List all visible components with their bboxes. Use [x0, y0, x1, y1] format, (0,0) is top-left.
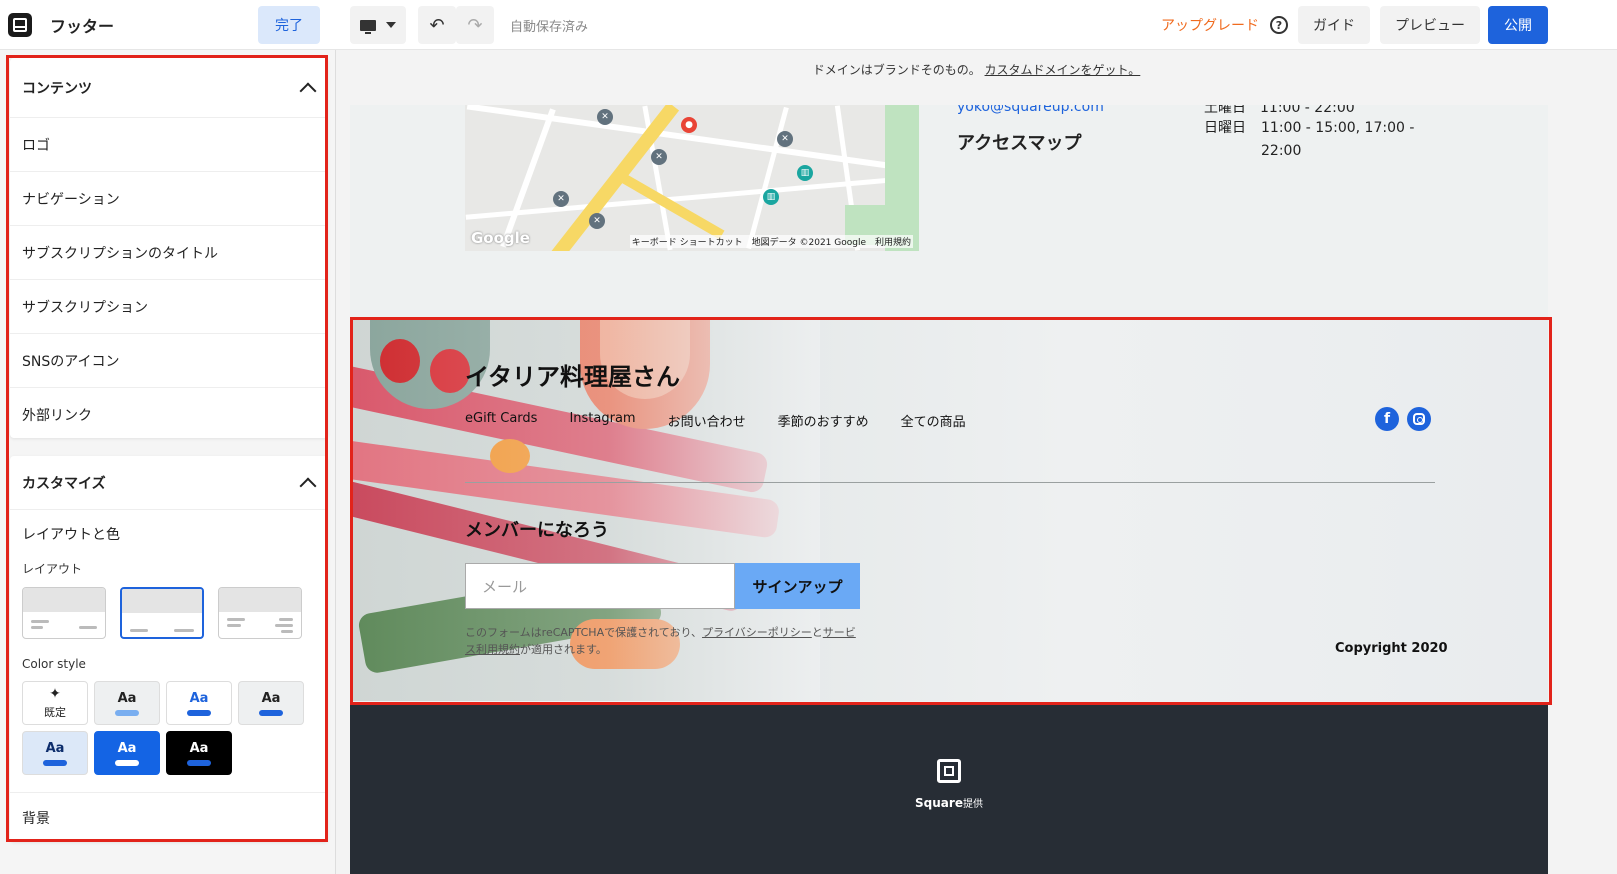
map-pin-icon: ✕	[777, 131, 793, 147]
powered-suffix: 提供	[962, 799, 983, 810]
panel-highlight-frame	[6, 55, 328, 842]
undo-icon: ↶	[429, 14, 445, 36]
preview-button[interactable]: プレビュー	[1380, 6, 1480, 44]
custom-domain-link[interactable]: カスタムドメインをゲット。	[985, 63, 1141, 77]
upgrade-link[interactable]: アップグレード	[1161, 15, 1259, 35]
done-button[interactable]: 完了	[258, 6, 320, 44]
contact-email[interactable]: yoko@squareup.com	[957, 105, 1104, 115]
publish-button[interactable]: 公開	[1488, 6, 1548, 44]
square-logo-icon	[937, 759, 961, 783]
map-location-pin-icon: ●	[681, 117, 697, 133]
museum-pin-icon: ▥	[797, 165, 813, 181]
editor-app: フッター 完了 コンテンツ ロゴ ナビゲーション サブスクリプションのタイトル …	[0, 0, 1617, 874]
promo-text: ドメインはブランドそのもの。	[812, 63, 981, 77]
hours-row-partial: 土曜日 11:00 - 22:00	[1204, 105, 1355, 116]
caret-down-icon	[386, 22, 396, 28]
museum-pin-icon: ▥	[763, 189, 779, 205]
google-logo: Google	[471, 229, 530, 247]
editor-toolbar: ↶ ↷ 自動保存済み アップグレード ? ガイド プレビュー 公開	[336, 0, 1617, 50]
panel-title: フッター	[50, 16, 115, 36]
map-attribution[interactable]: キーボード ショートカット 地図データ ©2021 Google 利用規約	[629, 235, 913, 248]
hours-day-sunday: 日曜日	[1204, 120, 1246, 136]
panel-header: フッター 完了	[0, 0, 336, 50]
powered-brand: Square	[915, 796, 963, 810]
site-canvas: ドメインはブランドそのもの。 カスタムドメインをゲット。 ✕ ● ✕ ✕ ▥ ▥…	[336, 51, 1617, 874]
undo-button[interactable]: ↶	[418, 6, 456, 44]
device-selector[interactable]	[350, 6, 406, 44]
powered-by-footer: Square提供	[350, 705, 1548, 874]
domain-promo-banner: ドメインはブランドそのもの。 カスタムドメインをゲット。	[336, 61, 1617, 78]
help-icon[interactable]: ?	[1270, 16, 1288, 34]
footer-highlight-frame	[350, 317, 1552, 705]
autosave-status: 自動保存済み	[510, 20, 589, 35]
redo-icon: ↷	[467, 14, 483, 36]
map-pin-icon: ✕	[651, 149, 667, 165]
canvas-scrollbar[interactable]	[1597, 50, 1617, 874]
desktop-icon	[360, 19, 376, 34]
powered-by-text: Square提供	[350, 795, 1548, 810]
redo-button[interactable]: ↷	[456, 6, 494, 44]
map-pin-icon: ✕	[597, 109, 613, 125]
access-map-embed[interactable]: ✕ ● ✕ ✕ ▥ ▥ ✕ ✕ Google キーボード ショートカット 地図デ…	[465, 105, 919, 251]
footer-settings-panel: フッター 完了 コンテンツ ロゴ ナビゲーション サブスクリプションのタイトル …	[0, 0, 336, 874]
map-pin-icon: ✕	[589, 213, 605, 229]
guide-button[interactable]: ガイド	[1298, 6, 1370, 44]
map-pin-icon: ✕	[553, 191, 569, 207]
access-map-heading: アクセスマップ	[957, 133, 1082, 154]
hours-value-sunday: 11:00 - 15:00, 17:00 - 22:00	[1261, 120, 1415, 159]
footer-section-icon	[8, 12, 32, 37]
